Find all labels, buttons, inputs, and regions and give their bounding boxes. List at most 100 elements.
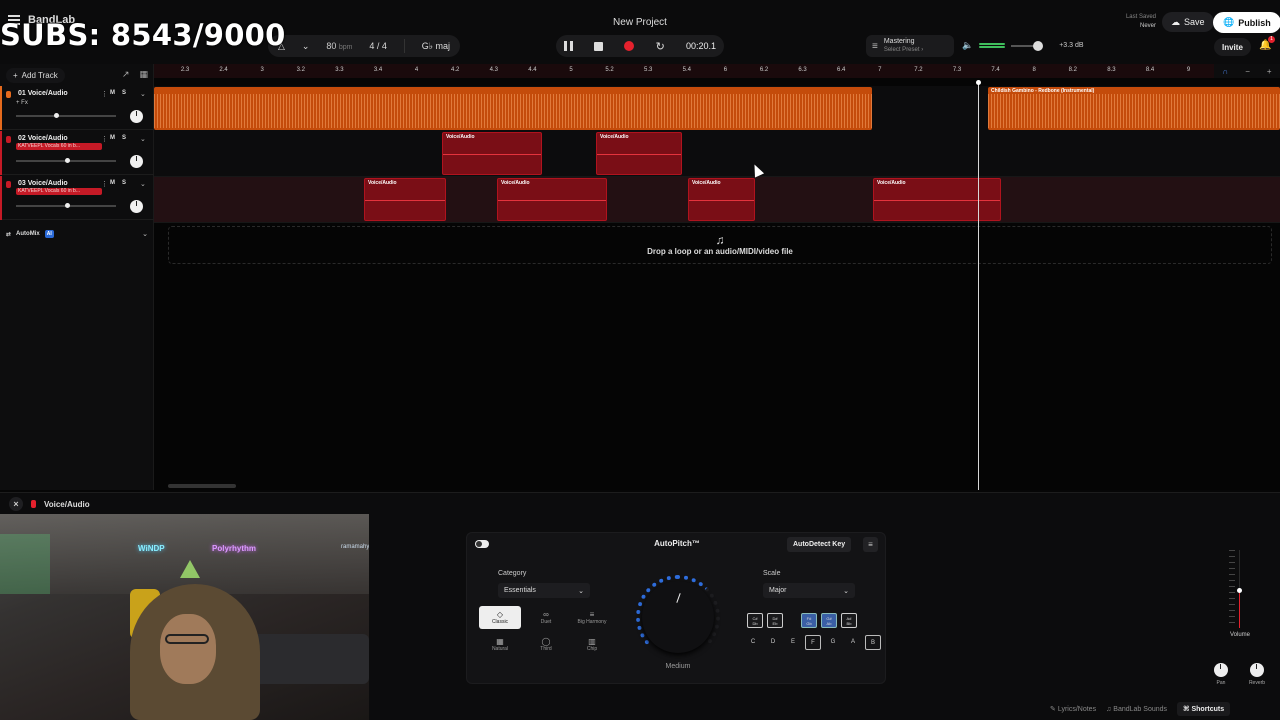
timeline-ruler[interactable]: 2.3 2.4 3 3.2 3.3 3.4 4 4.2 4.3 4.4 5 5.2 5.3 5.4 6 6.2… bbox=[154, 64, 1214, 78]
audio-region[interactable]: Voice/Audio bbox=[364, 178, 446, 221]
track-toolbar: + Add Track ↗ ▦ bbox=[0, 64, 154, 86]
reverb-knob[interactable] bbox=[1250, 663, 1264, 677]
note-d[interactable]: D bbox=[765, 635, 781, 650]
region-label: Voice/Audio bbox=[877, 180, 906, 186]
speaker-icon[interactable]: 🔈 bbox=[962, 40, 973, 51]
mastering-label: Mastering bbox=[883, 38, 915, 45]
effect-preset-chip[interactable]: KATVEEPL Vocals 60 in b... bbox=[16, 188, 102, 195]
pan-knob[interactable] bbox=[1214, 663, 1228, 677]
lane-1[interactable]: Childish Gambino - Redbone (Instrumental… bbox=[154, 86, 1280, 132]
pause-icon[interactable] bbox=[564, 41, 573, 51]
zoom-in-icon[interactable]: + bbox=[1267, 67, 1272, 76]
key-selector[interactable]: G♭ maj bbox=[422, 41, 450, 52]
track-name[interactable]: 03 Voice/Audio bbox=[18, 180, 68, 187]
style-big-harmony[interactable]: ≡ Big Harmony bbox=[571, 606, 613, 629]
track-name[interactable]: 01 Voice/Audio bbox=[18, 90, 68, 97]
stop-icon[interactable] bbox=[594, 41, 604, 51]
more-icon[interactable]: ⋮ bbox=[101, 135, 108, 143]
style-chip[interactable]: ▥ Chip bbox=[571, 633, 613, 656]
loop-icon[interactable]: ↻ bbox=[656, 40, 665, 53]
playhead[interactable] bbox=[976, 80, 981, 490]
mute-button[interactable]: M bbox=[110, 135, 115, 141]
mute-button[interactable]: M bbox=[110, 90, 115, 96]
note-a[interactable]: A bbox=[845, 635, 861, 650]
track-name[interactable]: 02 Voice/Audio bbox=[18, 135, 68, 142]
fx-button[interactable]: + Fx bbox=[16, 100, 28, 106]
track-volume-slider[interactable] bbox=[16, 203, 116, 208]
shortcuts-button[interactable]: ⌘ Shortcuts bbox=[1177, 702, 1231, 716]
note-b[interactable]: B bbox=[865, 635, 881, 650]
key-d-sharp[interactable]: D# Eb bbox=[767, 613, 783, 628]
pan-knob[interactable] bbox=[130, 155, 143, 168]
pan-knob[interactable] bbox=[130, 200, 143, 213]
chevron-down-icon[interactable]: ⌄ bbox=[142, 230, 148, 238]
chevron-down-icon[interactable]: ⌄ bbox=[140, 180, 146, 188]
solo-button[interactable]: S bbox=[122, 180, 126, 186]
chevron-down-icon[interactable]: ⌄ bbox=[302, 41, 310, 52]
track-header-3[interactable]: 03 Voice/Audio KATVEEPL Vocals 60 in b..… bbox=[0, 176, 154, 220]
timeline[interactable]: Childish Gambino - Redbone (Instrumental… bbox=[154, 78, 1280, 490]
style-third[interactable]: ◯ Third bbox=[525, 633, 567, 656]
key-a-sharp[interactable]: A# Bb bbox=[841, 613, 857, 628]
more-icon[interactable]: ⋮ bbox=[101, 180, 108, 188]
settings-icon[interactable]: ≡ bbox=[863, 537, 878, 552]
note-c[interactable]: C bbox=[745, 635, 761, 650]
publish-button[interactable]: 🌐 Publish bbox=[1213, 12, 1280, 33]
invite-button[interactable]: Invite bbox=[1214, 38, 1251, 56]
more-icon[interactable]: ⋮ bbox=[101, 90, 108, 98]
key-g-sharp[interactable]: G# Ab bbox=[821, 613, 837, 628]
tracks-settings-icon[interactable]: ▦ bbox=[139, 69, 148, 80]
note-g[interactable]: G bbox=[825, 635, 841, 650]
tempo[interactable]: 80 bpm bbox=[326, 41, 352, 51]
track-volume-slider[interactable] bbox=[16, 158, 116, 163]
audio-region[interactable]: Voice/Audio bbox=[442, 132, 542, 175]
pan-knob[interactable] bbox=[130, 110, 143, 123]
lane-2[interactable]: Voice/Audio Voice/Audio bbox=[154, 131, 1280, 177]
autodetect-key-button[interactable]: AutoDetect Key bbox=[787, 537, 852, 552]
audio-region[interactable]: Voice/Audio bbox=[688, 178, 755, 221]
note-e[interactable]: E bbox=[785, 635, 801, 650]
key-f-sharp[interactable]: F# Gb bbox=[801, 613, 817, 628]
wand-icon[interactable]: ↗ bbox=[122, 69, 130, 80]
magnet-icon[interactable]: ∩ bbox=[1222, 67, 1228, 76]
solo-button[interactable]: S bbox=[122, 90, 126, 96]
mute-button[interactable]: M bbox=[110, 180, 115, 186]
save-button[interactable]: ☁ Save bbox=[1162, 12, 1214, 32]
chevron-down-icon[interactable]: ⌄ bbox=[140, 90, 146, 98]
mastering-button[interactable]: ≡ Mastering Select Preset › bbox=[866, 35, 954, 57]
horizontal-scrollbar[interactable] bbox=[168, 484, 236, 488]
lane-3[interactable]: Voice/Audio Voice/Audio Voice/Audio Voic… bbox=[154, 177, 1280, 223]
audio-region[interactable] bbox=[154, 87, 872, 130]
bandlab-sounds-link[interactable]: ♫ BandLab Sounds bbox=[1106, 706, 1167, 713]
note-f[interactable]: F bbox=[805, 635, 821, 650]
add-track-button[interactable]: + Add Track bbox=[6, 67, 65, 83]
automix-row[interactable]: ⇄ AutoMix AI ⌄ bbox=[0, 224, 154, 244]
style-duet[interactable]: ∞ Duet bbox=[525, 606, 567, 629]
key-c-sharp[interactable]: C# Db bbox=[747, 613, 763, 628]
audio-region[interactable]: Childish Gambino - Redbone (Instrumental… bbox=[988, 87, 1280, 130]
track-header-1[interactable]: 01 Voice/Audio + Fx ⋮ M S ⌄ bbox=[0, 86, 154, 130]
channel-volume-fader[interactable] bbox=[1229, 550, 1242, 628]
lyrics-notes-link[interactable]: ✎ Lyrics/Notes bbox=[1050, 705, 1096, 713]
effect-preset-chip[interactable]: KATVEEPL Vocals 60 in b... bbox=[16, 143, 102, 150]
zoom-out-icon[interactable]: − bbox=[1245, 67, 1250, 76]
track-header-2[interactable]: 02 Voice/Audio KATVEEPL Vocals 60 in b..… bbox=[0, 131, 154, 175]
record-icon[interactable] bbox=[624, 41, 635, 51]
track-volume-slider[interactable] bbox=[16, 113, 116, 118]
scale-select[interactable]: Major ⌄ bbox=[763, 583, 855, 598]
time-signature[interactable]: 4 / 4 bbox=[369, 41, 387, 51]
category-select[interactable]: Essentials ⌄ bbox=[498, 583, 590, 598]
style-natural[interactable]: ▦ Natural bbox=[479, 633, 521, 656]
master-volume-slider[interactable] bbox=[1011, 40, 1044, 51]
drop-zone[interactable]: ♫ Drop a loop or an audio/MIDI/video fil… bbox=[168, 226, 1272, 264]
panel-header: × Voice/Audio bbox=[0, 493, 1280, 515]
chevron-down-icon[interactable]: ⌄ bbox=[140, 135, 146, 143]
audio-region[interactable]: Voice/Audio bbox=[873, 178, 1001, 221]
style-classic[interactable]: ◇ Classic bbox=[479, 606, 521, 629]
ruler-tick: 6 bbox=[723, 67, 728, 73]
amount-knob[interactable]: Medium bbox=[633, 575, 723, 670]
audio-region[interactable]: Voice/Audio bbox=[596, 132, 682, 175]
solo-button[interactable]: S bbox=[122, 135, 126, 141]
close-icon[interactable]: × bbox=[9, 497, 23, 511]
audio-region[interactable]: Voice/Audio bbox=[497, 178, 607, 221]
